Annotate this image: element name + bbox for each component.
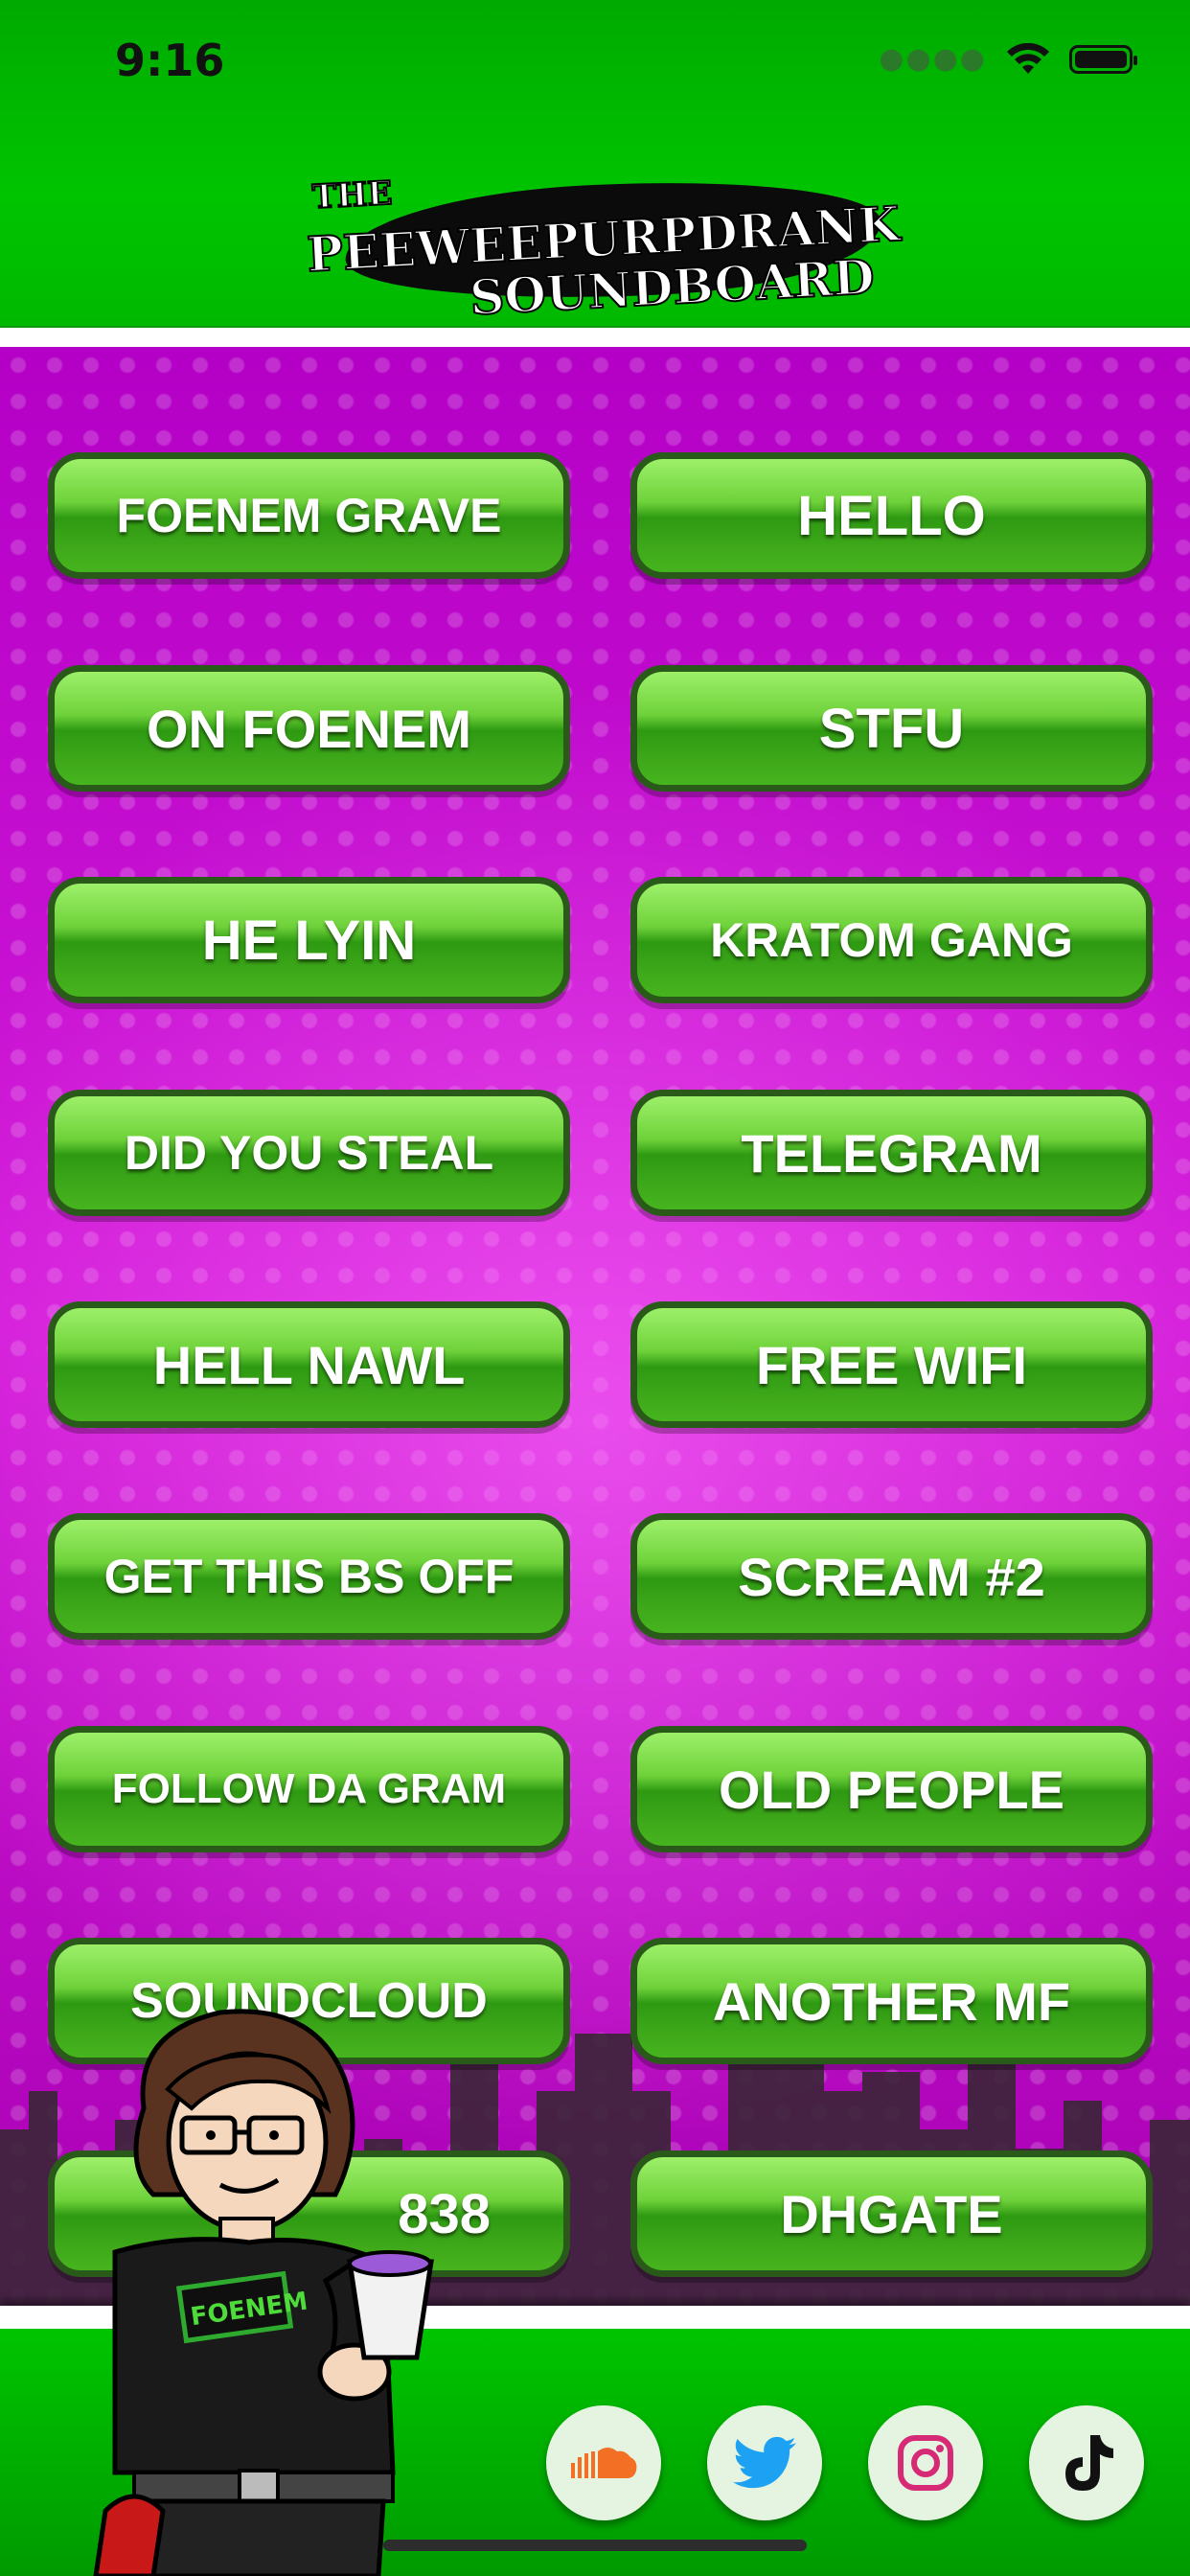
sound-button-label: HE LYIN [201, 908, 417, 972]
sound-button-hello[interactable]: HELLO [630, 452, 1153, 579]
sound-button-foenem-grave[interactable]: FOENEM GRAVE [48, 452, 570, 579]
sound-button-label: FOLLOW DA GRAM [111, 1765, 507, 1812]
header-bar: 9:16 ●●●● THE PEEWEEPURPDRANK SOUNDBOARD [0, 0, 1190, 327]
sound-button-label: STFU [818, 697, 965, 760]
tiktok-button[interactable] [1029, 2405, 1144, 2520]
home-indicator[interactable] [383, 2540, 807, 2551]
mascot-character: FOENEM [93, 2009, 434, 2576]
sound-button-label: ON FOENEM [146, 698, 472, 759]
app-logo: THE PEEWEEPURPDRANK SOUNDBOARD [305, 170, 903, 327]
sound-button-label: DID YOU STEAL [124, 1126, 494, 1180]
battery-icon [1069, 44, 1137, 74]
tiktok-icon [1065, 2435, 1113, 2491]
sound-button-label: FOENEM GRAVE [116, 489, 502, 542]
sound-button-label: TELEGRAM [741, 1122, 1042, 1184]
soundcloud-icon [571, 2448, 637, 2478]
logo-line1: THE [310, 173, 394, 218]
sound-button-label: OLD PEOPLE [719, 1759, 1064, 1820]
sound-button-label: GET THIS BS OFF [103, 1550, 515, 1603]
sound-button-follow-da-gram[interactable]: FOLLOW DA GRAM [48, 1726, 570, 1852]
instagram-icon [898, 2435, 953, 2491]
sound-button-label: KRATOM GANG [710, 913, 1073, 967]
status-time: 9:16 [115, 34, 225, 86]
sound-button-free-wifi[interactable]: FREE WIFI [630, 1301, 1153, 1428]
sound-button-label: ANOTHER MF [712, 1970, 1071, 2032]
sound-button-another-mf[interactable]: ANOTHER MF [630, 1938, 1153, 2064]
soundcloud-button[interactable] [546, 2405, 661, 2520]
wifi-icon [1007, 42, 1049, 74]
divider-top [0, 328, 1190, 347]
twitter-icon [733, 2436, 796, 2489]
sound-button-label: HELL NAWL [152, 1334, 466, 1395]
sound-button-stfu[interactable]: STFU [630, 665, 1153, 792]
sound-button-get-this-bs-off[interactable]: GET THIS BS OFF [48, 1513, 570, 1640]
sound-button-dhgate[interactable]: DHGATE [630, 2150, 1153, 2277]
sound-button-kratom-gang[interactable]: KRATOM GANG [630, 877, 1153, 1003]
sound-button-telegram[interactable]: TELEGRAM [630, 1090, 1153, 1216]
sound-button-label: DHGATE [780, 2183, 1003, 2244]
twitter-button[interactable] [707, 2405, 822, 2520]
status-icons: ●●●● [879, 42, 1137, 76]
sound-button-he-lyin[interactable]: HE LYIN [48, 877, 570, 1003]
sound-button-label: SCREAM #2 [738, 1546, 1045, 1607]
sound-button-scream-2[interactable]: SCREAM #2 [630, 1513, 1153, 1640]
sound-button-hell-nawl[interactable]: HELL NAWL [48, 1301, 570, 1428]
sound-button-label: HELLO [797, 484, 986, 547]
instagram-button[interactable] [868, 2405, 983, 2520]
signal-icon: ●●●● [879, 42, 987, 76]
sound-button-old-people[interactable]: OLD PEOPLE [630, 1726, 1153, 1852]
sound-button-did-you-steal[interactable]: DID YOU STEAL [48, 1090, 570, 1216]
sound-button-on-foenem[interactable]: ON FOENEM [48, 665, 570, 792]
sound-button-label: FREE WIFI [755, 1334, 1028, 1395]
